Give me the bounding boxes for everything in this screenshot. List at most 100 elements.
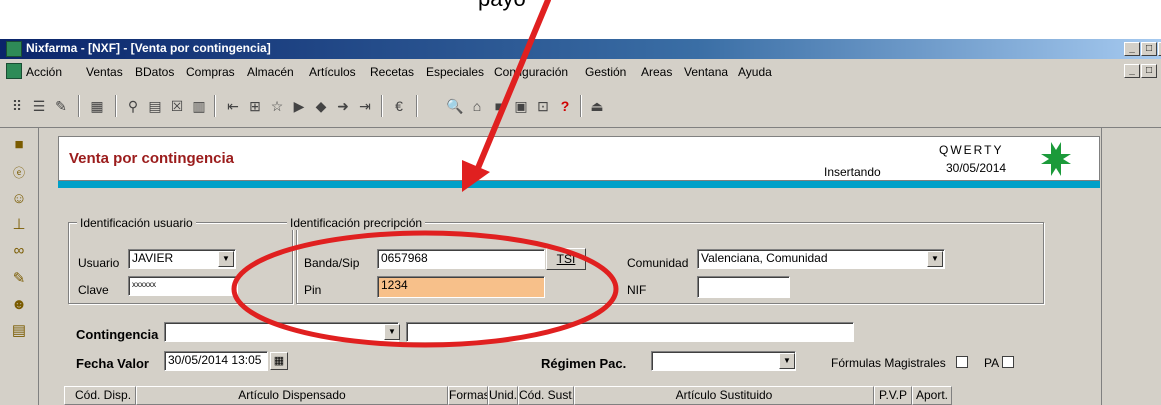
user-group-legend: Identificación usuario	[77, 216, 196, 230]
menu-areas[interactable]: Areas	[641, 65, 672, 79]
column-header-articulo-sustituido[interactable]: Artículo Sustituido	[574, 386, 874, 405]
toolbar-separator	[416, 95, 418, 117]
contingencia-description-field[interactable]	[406, 322, 854, 342]
toolbar-separator	[381, 95, 383, 117]
binoculars-side-icon[interactable]: ∞	[10, 242, 28, 260]
child-restore-button[interactable]: □	[1141, 64, 1157, 78]
menu-recetas[interactable]: Recetas	[370, 65, 414, 79]
arrow-right-icon[interactable]: ➜	[334, 97, 352, 115]
tsi-label: TSI	[556, 252, 576, 266]
binoculars-icon[interactable]: ⚲	[124, 97, 142, 115]
cart-icon[interactable]: ⊡	[534, 97, 552, 115]
prescription-group-legend: Identificación precripción	[287, 216, 426, 230]
page-title: Venta por contingencia	[69, 150, 235, 167]
menu-ventana[interactable]: Ventana	[684, 65, 728, 79]
nif-label: NIF	[627, 283, 647, 297]
column-header-aport[interactable]: Aport.	[912, 386, 952, 405]
menu-especiales[interactable]: Especiales	[426, 65, 484, 79]
register-icon[interactable]: ▤	[10, 322, 28, 340]
nif-field[interactable]	[697, 276, 790, 298]
form-icon[interactable]: ▣	[512, 97, 530, 115]
right-panel	[1101, 128, 1161, 405]
menu-bdatos[interactable]: BDatos	[135, 65, 174, 79]
regimen-dropdown-button[interactable]: ▼	[779, 353, 795, 369]
comunidad-value: Valenciana, Comunidad	[701, 251, 828, 265]
menu-configuracion[interactable]: Configuración	[494, 65, 568, 79]
calendar-icon[interactable]: ▦	[270, 352, 288, 370]
toolbar-separator	[214, 95, 216, 117]
menu-articulos[interactable]: Artículos	[309, 65, 356, 79]
menu-accion[interactable]: Acción	[26, 65, 62, 79]
tsi-button[interactable]: TSI	[546, 248, 586, 270]
column-header-articulo-dispensado[interactable]: Artículo Dispensado	[136, 386, 448, 405]
accent-bar	[58, 181, 1100, 188]
help-icon[interactable]: ?	[556, 97, 574, 115]
child-minimize-button[interactable]: _	[1124, 64, 1140, 78]
comunidad-label: Comunidad	[627, 256, 689, 270]
regimen-select[interactable]	[651, 351, 796, 371]
export-icon[interactable]: ▶	[290, 97, 308, 115]
e-icon[interactable]: ⓔ	[10, 164, 28, 182]
upload-icon[interactable]: ⏏	[588, 97, 606, 115]
pin-label: Pin	[304, 283, 322, 297]
menu-compras[interactable]: Compras	[186, 65, 235, 79]
app-icon	[6, 41, 22, 57]
fecha-valor-field[interactable]: 30/05/2014 13:05	[164, 351, 268, 371]
comunidad-dropdown-button[interactable]: ▼	[927, 251, 943, 267]
fecha-valor-label: Fecha Valor	[76, 356, 149, 371]
menu-ayuda[interactable]: Ayuda	[738, 65, 772, 79]
menu-ventas[interactable]: Ventas	[86, 65, 123, 79]
column-header-formas[interactable]: Formas	[448, 386, 488, 405]
banda-label: Banda/Sip	[304, 256, 360, 270]
search-icon[interactable]: 🔍	[446, 97, 464, 115]
clave-value: xxxxxx	[132, 280, 156, 289]
pin-value: 1234	[381, 278, 408, 292]
list-icon[interactable]: ☰	[30, 97, 48, 115]
menu-almacen[interactable]: Almacén	[247, 65, 294, 79]
tree-icon[interactable]: ⊞	[246, 97, 264, 115]
banda-value: 0657968	[381, 251, 428, 265]
toolbar-separator	[115, 95, 117, 117]
window-title: Nixfarma - [NXF] - [Venta por contingenc…	[26, 41, 271, 55]
sales-icon[interactable]: ■	[10, 136, 28, 154]
page-icon[interactable]: ▥	[190, 97, 208, 115]
pa-label: PA	[984, 356, 1000, 370]
calc-icon[interactable]: ▦	[88, 97, 106, 115]
edit-icon[interactable]: ✎	[52, 97, 70, 115]
restore-button[interactable]: □	[1141, 42, 1157, 56]
status-text: Insertando	[824, 165, 881, 179]
home-icon[interactable]: ⌂	[468, 97, 486, 115]
pa-checkbox[interactable]	[1002, 356, 1014, 368]
delete-icon[interactable]: ☒	[168, 97, 186, 115]
pencil-icon[interactable]: ✎	[10, 270, 28, 288]
contingencia-dropdown-button[interactable]: ▼	[384, 324, 400, 340]
column-header-cod-disp[interactable]: Cód. Disp.	[64, 386, 136, 405]
clave-field[interactable]: xxxxxx	[128, 276, 238, 296]
grid-icon[interactable]: ⠿	[8, 97, 26, 115]
first-icon[interactable]: ⇤	[224, 97, 242, 115]
toolbar-separator	[78, 95, 80, 117]
user-icon[interactable]: ☺	[10, 190, 28, 208]
arrow-left-icon[interactable]: ◆	[312, 97, 330, 115]
star-icon[interactable]: ☆	[268, 97, 286, 115]
banda-sip-field[interactable]: 0657968	[377, 249, 545, 269]
cart-side-icon[interactable]: ⊥	[10, 216, 28, 234]
contingencia-select[interactable]	[164, 322, 399, 342]
pin-field[interactable]: 1234	[377, 276, 545, 298]
window-title-bar: Nixfarma - [NXF] - [Venta por contingenc…	[0, 39, 1161, 59]
comunidad-select[interactable]: Valenciana, Comunidad	[697, 249, 945, 269]
column-header-pvp[interactable]: P.V.P	[874, 386, 912, 405]
users-icon[interactable]: ☻	[10, 296, 28, 314]
formulas-checkbox[interactable]	[956, 356, 968, 368]
usuario-dropdown-button[interactable]: ▼	[218, 251, 234, 267]
column-header-cod-sust[interactable]: Cód. Sust.	[518, 386, 574, 405]
square-icon[interactable]: ■	[490, 97, 508, 115]
user-code: QWERTY	[939, 143, 1004, 157]
last-icon[interactable]: ⇥	[356, 97, 374, 115]
menu-gestion[interactable]: Gestión	[585, 65, 626, 79]
document-icon[interactable]: ▤	[146, 97, 164, 115]
minimize-button[interactable]: _	[1124, 42, 1140, 56]
euro-icon[interactable]: €	[390, 97, 408, 115]
pharmacy-cross-icon	[1039, 140, 1073, 178]
column-header-unid[interactable]: Unid.	[488, 386, 518, 405]
